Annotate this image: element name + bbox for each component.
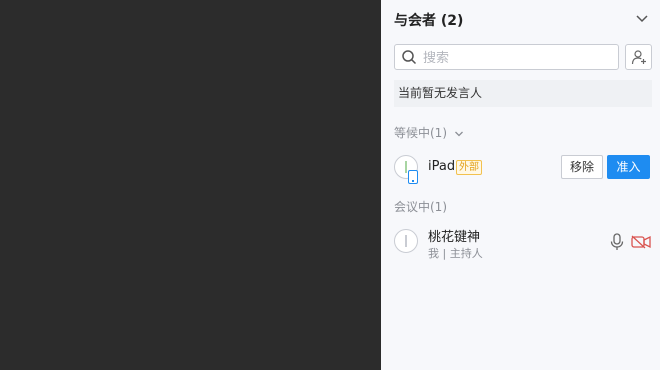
chevron-down-icon	[454, 131, 463, 136]
participant-name: 桃花键神	[428, 230, 481, 245]
video-area	[0, 0, 380, 370]
waiting-section-toggle[interactable]: 等候中(1)	[394, 124, 464, 141]
search-field[interactable]	[394, 44, 619, 70]
invite-button[interactable]	[625, 44, 652, 70]
remove-button[interactable]: 移除	[561, 155, 603, 179]
participant-role: 我 | 主持人	[428, 247, 483, 260]
external-badge: 外部	[456, 160, 482, 175]
search-icon	[402, 50, 417, 65]
in-meeting-section-label: 会议中(1)	[394, 200, 447, 214]
participant-name: iPad	[428, 159, 456, 174]
speaker-status: 当前暂无发言人	[394, 80, 652, 107]
add-user-icon	[631, 50, 646, 65]
microphone-icon[interactable]	[610, 233, 624, 251]
tablet-icon	[408, 170, 418, 184]
waiting-section-label: 等候中(1)	[394, 126, 447, 140]
panel-title: 与会者 (2)	[394, 13, 464, 29]
participants-panel: 与会者 (2) 当前暂无发言人 等候中(1) iPad 外部 移除	[381, 0, 660, 370]
camera-off-icon[interactable]	[631, 235, 651, 249]
search-input[interactable]	[421, 47, 615, 69]
admit-button[interactable]: 准入	[607, 155, 650, 179]
avatar	[394, 229, 418, 253]
chevron-down-icon[interactable]	[634, 10, 650, 26]
avatar	[394, 155, 418, 184]
